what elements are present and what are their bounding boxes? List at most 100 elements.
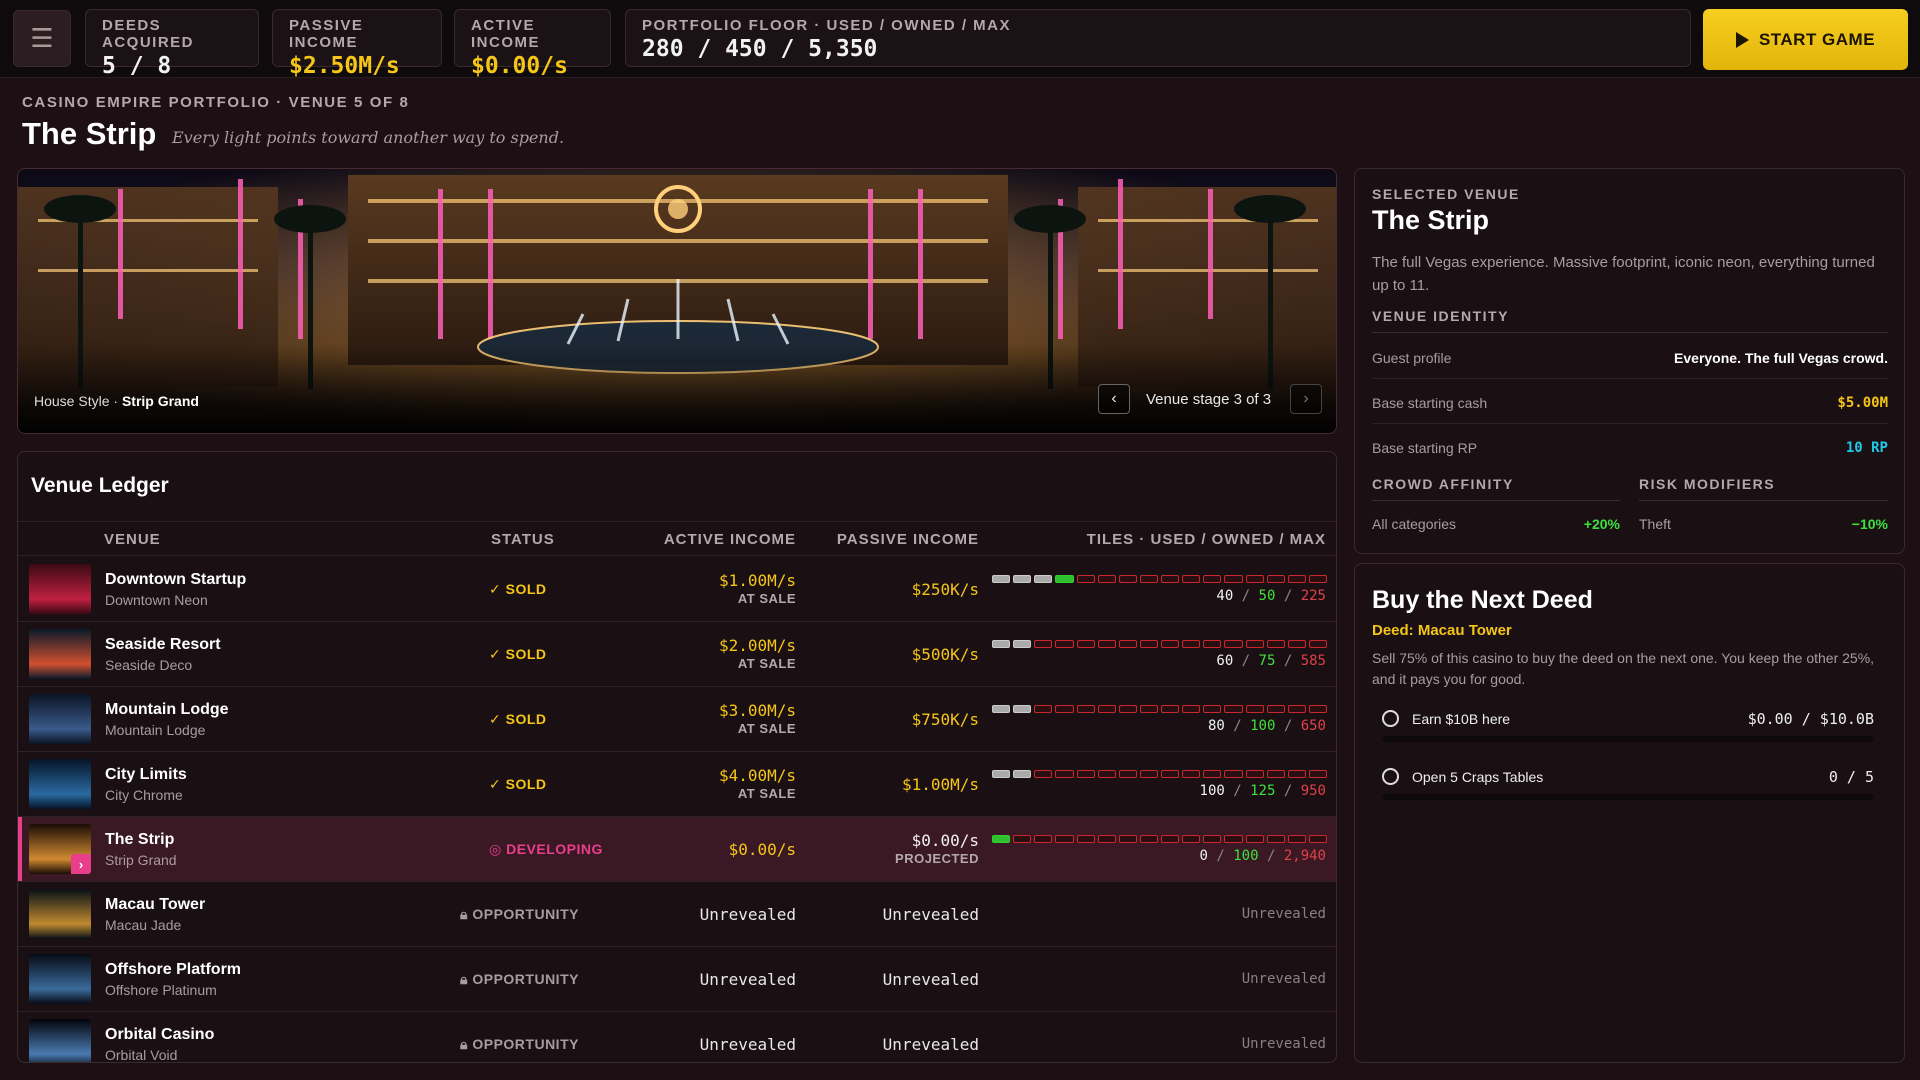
venue-thumbnail [29,954,91,1004]
passive-income-value: $750K/s [911,710,979,729]
passive-income: Unrevealed [883,970,979,989]
goal-label: Earn $10B here [1412,711,1511,727]
active-income: $1.00M/s AT SALE [719,571,796,606]
status-badge: ✓ SOLD [489,646,547,663]
risk-modifier-key: Theft [1639,516,1671,532]
top-bar: ☰ DEEDS ACQUIRED 5 / 8 PASSIVE INCOME $2… [0,0,1920,79]
tile-segment [1287,640,1306,648]
status-text: OPPORTUNITY [472,971,579,987]
active-income: $0.00/s [729,840,796,859]
starting-rp-label: Base starting RP [1372,440,1478,456]
tile-segment [1013,835,1032,843]
tile-segment [1097,835,1116,843]
check-icon: ✓ [489,711,506,727]
ledger-row[interactable]: Mountain Lodge Mountain Lodge ✓ SOLD $3.00M… [18,687,1336,752]
status-badge: ✓ SOLD [489,711,547,728]
col-passive-income: PASSIVE INCOME [836,531,979,548]
tile-segment [1245,770,1264,778]
lock-icon: 🔒︎ [460,1036,473,1052]
tile-segment [1266,575,1285,583]
menu-button[interactable]: ☰ [13,10,71,67]
ledger-row[interactable]: Macau Tower Macau Jade 🔒︎ OPPORTUNITY Unrev… [18,882,1336,947]
venue-style: Mountain Lodge [105,722,206,738]
tile-segment [1034,575,1053,583]
venue-name: Seaside Resort [105,636,221,653]
venue-name: Macau Tower [105,896,206,913]
ledger-row[interactable]: Seaside Resort Seaside Deco ✓ SOLD $2.00M/s… [18,622,1336,687]
passive-income: $1.00M/s [902,775,979,794]
tile-segment [1097,640,1116,648]
status-badge: 🔒︎ OPPORTUNITY [460,1036,579,1053]
tile-segment [1308,640,1327,648]
venue-thumbnail [29,564,91,614]
status-text: SOLD [505,581,547,597]
ledger-row[interactable]: Downtown Startup Downtown Neon ✓ SOLD $1.00… [18,557,1336,622]
stage-next-button[interactable]: › [1290,384,1322,414]
stage-prev-button[interactable]: ‹ [1098,384,1130,414]
tile-segment [1203,575,1222,583]
tiles-owned: 50 [1258,588,1276,604]
tiles-usage-bar [992,640,1327,648]
ledger-row[interactable]: City Limits City Chrome ✓ SOLD $4.00M/s AT S… [18,752,1336,817]
status-badge: 🔒︎ OPPORTUNITY [460,971,579,988]
active-income: $4.00M/s AT SALE [719,766,796,801]
tiles-counts: 60 / 75 / 585 [1216,653,1326,669]
tiles-counts: 100 / 125 / 950 [1200,783,1326,799]
active-income-note: AT SALE [737,656,796,671]
stat-label: ACTIVE INCOME [471,17,540,51]
tile-segment [1055,640,1074,648]
tile-segment [1287,575,1306,583]
lock-icon: 🔒︎ [460,906,473,922]
passive-income-note: PROJECTED [895,851,979,866]
buy-next-deed-panel: Buy the Next Deed Deed: Macau Tower Sell… [1354,563,1905,1063]
tiles-separator: / [1233,653,1259,669]
tile-segment [1266,770,1285,778]
location-pin-icon: ◎ [489,841,507,857]
active-income-value: $4.00M/s [718,766,796,785]
ledger-row[interactable]: Orbital Casino Orbital Void 🔒︎ OPPORTUNITY… [18,1012,1336,1063]
passive-income-value: Unrevealed [882,1035,979,1054]
tile-segment [1224,575,1243,583]
tile-segment [1161,640,1180,648]
tiles-owned: 75 [1258,653,1276,669]
ledger-row[interactable]: › The Strip Strip Grand ◎ DEVELOPING $0.00/s… [18,817,1336,882]
active-income-value: $2.00M/s [718,636,796,655]
starting-cash-value: $5.00M [1837,395,1888,411]
ledger-row[interactable]: Offshore Platform Offshore Platinum 🔒︎ OPP… [18,947,1336,1012]
tile-segment [1097,705,1116,713]
venue-stage-label: Venue stage 3 of 3 [1146,391,1272,408]
col-tiles: TILES · USED / OWNED / MAX [1086,531,1326,548]
active-income: $2.00M/s AT SALE [719,636,796,671]
lock-icon: 🔒︎ [460,971,473,987]
tiles-separator: / [1224,783,1251,799]
venue-style: Downtown Neon [105,592,208,608]
stat-value: 5 / 8 [102,53,172,79]
passive-income-value: $500K/s [911,645,979,664]
active-income-value: $3.00M/s [718,701,796,720]
tiles-counts: 40 / 50 / 225 [1216,588,1326,604]
tile-segment [1287,770,1306,778]
tile-segment [1034,705,1053,713]
tile-segment [1245,705,1264,713]
chevron-left-icon: ‹ [1111,390,1117,407]
goal-label: Open 5 Craps Tables [1412,769,1544,785]
tile-segment [1076,640,1095,648]
tiles-max: 2,940 [1283,848,1326,864]
tile-segment [1224,770,1243,778]
start-game-button[interactable]: START GAME [1703,9,1908,70]
stat-portfolio-floor: PORTFOLIO FLOOR · USED / OWNED / MAX 280… [625,9,1691,67]
selected-venue-description: The full Vegas experience. Massive footp… [1372,254,1875,294]
venue-style: Orbital Void [105,1047,178,1063]
tiles-owned: 100 [1250,718,1276,734]
active-income-value: Unrevealed [699,905,796,924]
tile-segment [1266,705,1285,713]
guest-profile-label: Guest profile [1372,350,1452,366]
stat-label: PORTFOLIO FLOOR · USED / OWNED / MAX [642,17,1011,34]
selected-venue-title: The Strip [1372,205,1490,235]
tiles-used: 0 [1199,848,1208,864]
tile-segment [992,770,1011,778]
venue-style: Macau Jade [105,917,182,933]
crowd-affinity-row: All categories +20% [1372,500,1620,545]
venue-identity-heading: VENUE IDENTITY [1372,308,1888,333]
venue-thumbnail [29,1019,91,1062]
